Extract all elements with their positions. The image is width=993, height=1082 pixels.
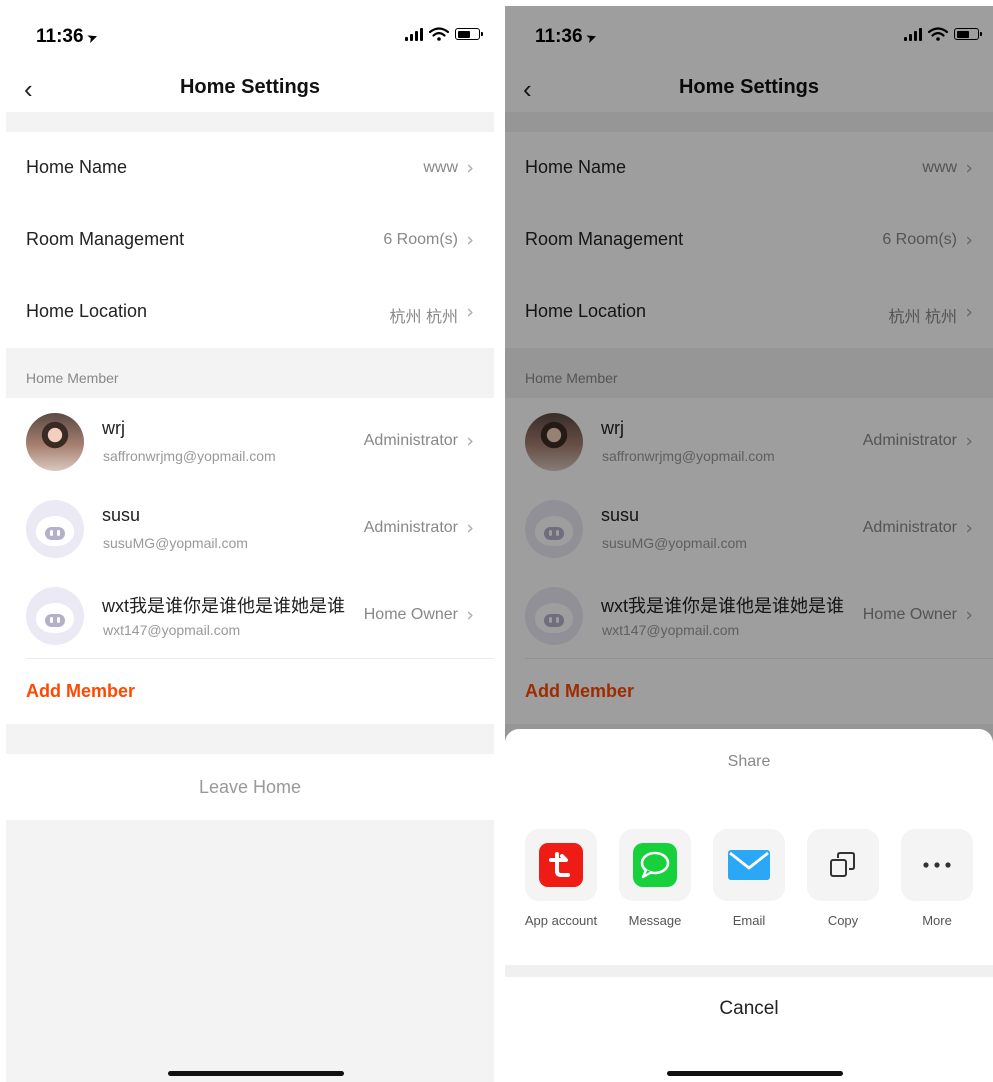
home-settings-share-screen: 11:36➤ ‹ Home Settings Home Name www › R… bbox=[505, 6, 993, 1082]
share-item-label: More bbox=[922, 913, 952, 928]
member-name: susu bbox=[102, 505, 141, 525]
share-item-label: Message bbox=[628, 913, 682, 928]
member-email: susuMG@yopmail.com bbox=[103, 535, 248, 551]
home-location-label: Home Location bbox=[26, 301, 148, 321]
home-name-row[interactable]: Home Name www › bbox=[6, 132, 494, 204]
room-management-value: 6 Room(s) bbox=[383, 231, 458, 248]
chevron-right-icon: › bbox=[466, 301, 474, 323]
leave-home-button[interactable]: Leave Home bbox=[6, 754, 494, 820]
robot-avatar-icon bbox=[26, 587, 84, 645]
robot-avatar-icon bbox=[26, 500, 84, 558]
member-row[interactable]: wxt我是谁你是谁他是谁她是谁 wxt147@yopmail.com Home … bbox=[6, 572, 494, 658]
chevron-right-icon: › bbox=[466, 604, 474, 626]
home-location-row[interactable]: Home Location 杭州 杭州 › bbox=[6, 276, 494, 348]
chevron-right-icon: › bbox=[466, 157, 474, 179]
wifi-icon bbox=[429, 27, 449, 41]
share-tile bbox=[713, 829, 785, 901]
room-management-row[interactable]: Room Management 6 Room(s) › bbox=[6, 204, 494, 276]
add-member-button[interactable]: Add Member bbox=[26, 681, 135, 702]
message-icon bbox=[633, 843, 677, 887]
status-bar: 11:36➤ bbox=[6, 6, 494, 66]
section-gap bbox=[6, 112, 494, 132]
home-settings-screen: 11:36➤ ‹ Home Settings Home Name www › R… bbox=[6, 6, 494, 1082]
share-message-button[interactable]: Message bbox=[615, 829, 695, 928]
share-email-button[interactable]: Email bbox=[709, 829, 789, 928]
page-title: Home Settings bbox=[179, 76, 321, 98]
home-name-value: www bbox=[423, 159, 458, 176]
share-options: App account Message Email Copy More bbox=[521, 829, 977, 928]
room-management-label: Room Management bbox=[26, 229, 185, 249]
share-copy-button[interactable]: Copy bbox=[803, 829, 883, 928]
share-tile bbox=[901, 829, 973, 901]
home-member-header-label: Home Member bbox=[26, 370, 119, 386]
section-gap bbox=[6, 724, 494, 754]
app-account-icon bbox=[539, 843, 583, 887]
cellular-signal-icon bbox=[405, 27, 423, 41]
member-name: wrj bbox=[102, 418, 125, 438]
home-location-value: 杭州 杭州 bbox=[389, 309, 458, 326]
member-role: Administrator bbox=[363, 519, 458, 536]
share-item-label: Copy bbox=[827, 913, 859, 928]
status-time: 11:36➤ bbox=[36, 26, 100, 48]
member-email: wxt147@yopmail.com bbox=[103, 622, 241, 638]
home-member-header: Home Member bbox=[6, 348, 494, 398]
share-tile bbox=[619, 829, 691, 901]
more-icon bbox=[923, 862, 951, 868]
chevron-right-icon: › bbox=[466, 229, 474, 251]
share-tile bbox=[807, 829, 879, 901]
sheet-divider bbox=[505, 965, 993, 977]
share-more-button[interactable]: More bbox=[897, 829, 977, 928]
share-tile bbox=[525, 829, 597, 901]
home-indicator[interactable] bbox=[667, 1071, 843, 1076]
avatar bbox=[26, 413, 84, 471]
member-name: wxt我是谁你是谁他是谁她是谁 bbox=[102, 596, 345, 616]
status-time-text: 11:36 bbox=[36, 26, 84, 47]
divider bbox=[26, 658, 494, 659]
member-role: Home Owner bbox=[363, 606, 458, 623]
member-row[interactable]: wrj saffronwrjmg@yopmail.com Administrat… bbox=[6, 398, 494, 484]
member-row[interactable]: susu susuMG@yopmail.com Administrator › bbox=[6, 485, 494, 571]
share-sheet: Share App account Message Email Copy Mor… bbox=[505, 729, 993, 1082]
battery-icon bbox=[455, 28, 483, 40]
chevron-right-icon: › bbox=[466, 517, 474, 539]
status-icons bbox=[405, 27, 483, 41]
page-background bbox=[6, 820, 494, 1082]
home-indicator[interactable] bbox=[168, 1071, 344, 1076]
email-icon bbox=[728, 850, 770, 880]
share-app-account-button[interactable]: App account bbox=[521, 829, 601, 928]
chevron-right-icon: › bbox=[466, 430, 474, 452]
share-sheet-title: Share bbox=[727, 753, 771, 770]
location-arrow-icon: ➤ bbox=[84, 28, 100, 47]
share-item-label: Email bbox=[732, 913, 766, 928]
cancel-button[interactable]: Cancel bbox=[505, 977, 993, 1041]
home-name-label: Home Name bbox=[26, 157, 128, 177]
share-item-label: App account bbox=[524, 913, 598, 928]
nav-bar: ‹ Home Settings bbox=[6, 66, 494, 112]
member-email: saffronwrjmg@yopmail.com bbox=[103, 448, 276, 464]
copy-icon bbox=[830, 852, 855, 877]
member-role: Administrator bbox=[363, 432, 458, 449]
